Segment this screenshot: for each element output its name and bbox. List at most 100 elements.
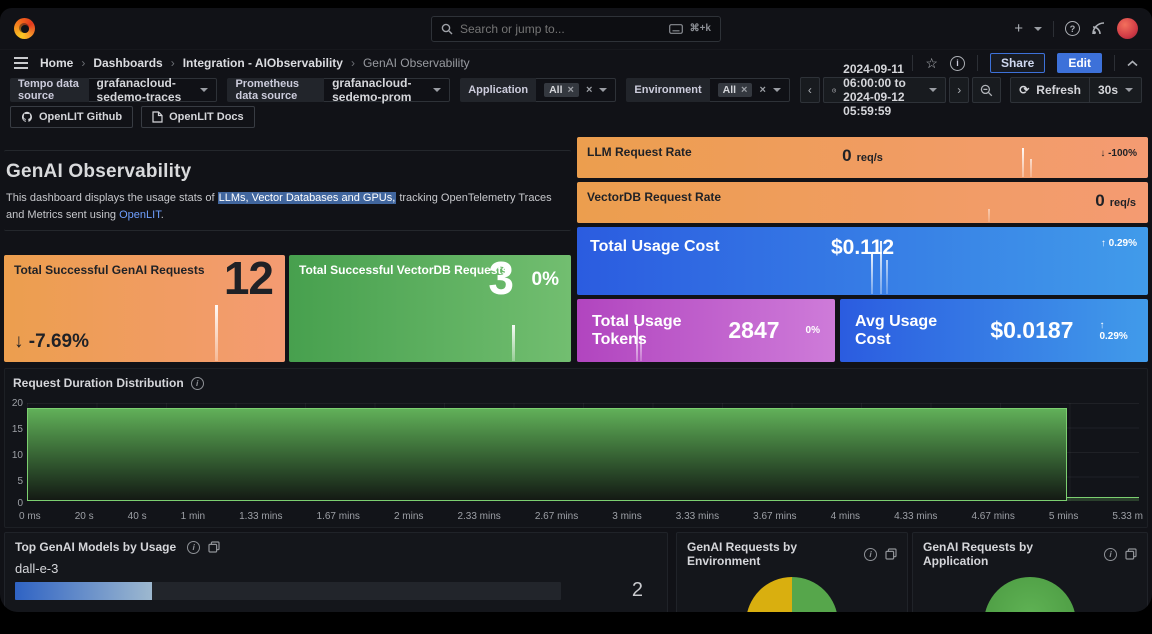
breadcrumb-folder[interactable]: Integration - AIObservability — [183, 56, 343, 70]
refresh-label: Refresh — [1036, 83, 1081, 97]
x-tick: 4 mins — [830, 511, 861, 522]
vectordb-request-rate-panel: VectorDB Request Rate 0 req/s — [577, 182, 1148, 223]
value: 0 — [842, 146, 852, 165]
x-tick: 4.33 mins — [894, 511, 938, 522]
tempo-datasource-picker: Tempo data source grafanacloud-sedemo-tr… — [10, 76, 218, 104]
user-avatar[interactable] — [1117, 18, 1138, 39]
y-tick: 20 — [11, 398, 23, 409]
search-input[interactable] — [460, 21, 662, 36]
panel-links-icon[interactable] — [885, 548, 897, 560]
stat-delta: 0% — [531, 269, 559, 290]
zoom-out-button[interactable] — [972, 77, 1002, 103]
panel-header: Top GenAI Models by Usage i — [15, 533, 657, 554]
share-button[interactable]: Share — [989, 53, 1046, 73]
star-icon[interactable]: ☆ — [925, 55, 938, 72]
dashboard-grid: GenAI Observability This dashboard displ… — [0, 136, 1152, 612]
prometheus-datasource-value[interactable]: grafanacloud-sedemo-prom — [324, 76, 451, 104]
environment-filter-value[interactable]: All × × — [709, 78, 790, 102]
application-filter-value[interactable]: All × × — [536, 78, 617, 102]
panel-title: Total Successful VectorDB Requests — [299, 263, 509, 277]
stat-value: $0.112 — [830, 236, 895, 259]
application-filter-selected: All — [549, 84, 563, 96]
openlit-docs-label: OpenLIT Docs — [169, 111, 244, 123]
gauge-track — [15, 581, 561, 600]
requests-by-environment-panel: GenAI Requests by Environment i — [676, 532, 908, 612]
stat-value: 2847 — [728, 317, 780, 343]
histogram-bar — [27, 407, 1067, 501]
panel-links-icon[interactable] — [208, 541, 220, 553]
panel-header: GenAI Requests by Application i — [923, 533, 1137, 568]
dashboard-actions: ☆ i Share Edit — [912, 53, 1138, 73]
news-icon[interactable] — [1091, 21, 1106, 36]
application-filter-tag[interactable]: All × — [544, 83, 579, 97]
panel-title: VectorDB Request Rate — [587, 190, 722, 204]
info-icon[interactable]: i — [949, 55, 965, 71]
refresh-button[interactable]: ⟳ Refresh — [1010, 77, 1090, 103]
stat-value: 12 — [223, 255, 274, 304]
time-range-picker[interactable]: 2024-09-11 06:00:00 to 2024-09-12 05:59:… — [822, 62, 947, 118]
breadcrumb-home[interactable]: Home — [40, 56, 73, 70]
avg-usage-cost-panel: Avg Usage Cost $0.0187 ↑ 0.29% — [840, 299, 1148, 362]
intro-text-panel: GenAI Observability This dashboard displ… — [4, 150, 571, 231]
tempo-datasource-value[interactable]: grafanacloud-sedemo-traces — [88, 76, 218, 104]
requests-by-application-panel: GenAI Requests by Application i — [912, 532, 1148, 612]
panel-title: Avg Usage Cost — [855, 312, 938, 348]
openlit-github-button[interactable]: OpenLIT Github — [10, 106, 134, 128]
sparkline — [1030, 158, 1033, 177]
add-chevron-down-icon[interactable] — [1034, 26, 1042, 31]
info-icon[interactable]: i — [190, 376, 204, 390]
sparkline — [511, 324, 515, 361]
info-icon[interactable]: i — [187, 540, 201, 554]
dashboard-description: This dashboard displays the usage stats … — [6, 190, 567, 223]
tempo-datasource-label: Tempo data source — [10, 78, 89, 102]
info-icon[interactable]: i — [864, 547, 877, 561]
clear-all-icon[interactable]: × — [759, 84, 765, 96]
grafana-logo-icon[interactable] — [14, 18, 35, 39]
total-usage-tokens-panel: Total Usage Tokens 2847 0% — [577, 299, 835, 362]
refresh-interval-picker[interactable]: 30s — [1089, 77, 1142, 103]
stat-delta: ↓ -100% — [1100, 148, 1137, 159]
request-duration-panel: Request Duration Distribution i 20 15 10… — [4, 368, 1148, 528]
tempo-datasource-selected: grafanacloud-sedemo-traces — [96, 76, 182, 104]
application-filter: Application All × × — [460, 78, 617, 102]
application-filter-label: Application — [460, 78, 537, 102]
description-text: . — [160, 208, 164, 221]
document-icon — [152, 111, 163, 123]
remove-tag-icon[interactable]: × — [568, 84, 574, 96]
sparkline — [988, 208, 991, 222]
x-tick: 5.33 m — [1112, 511, 1143, 522]
panel-title: Total Usage Cost — [590, 238, 720, 255]
chevron-up-icon[interactable] — [1127, 59, 1138, 67]
breadcrumb-dashboards[interactable]: Dashboards — [93, 56, 162, 70]
dashboard-links: OpenLIT Github OpenLIT Docs — [0, 104, 1152, 130]
panel-title: Total Usage Tokens — [592, 312, 682, 348]
edit-button[interactable]: Edit — [1057, 53, 1102, 73]
search-box[interactable]: ⌘+k — [431, 15, 721, 42]
x-tick: 20 s — [74, 511, 94, 522]
help-icon[interactable]: ? — [1065, 21, 1080, 36]
info-icon[interactable]: i — [1104, 547, 1117, 561]
chevron-down-icon — [1125, 88, 1133, 92]
gauge-label: dall-e-3 — [15, 561, 59, 576]
total-genai-requests-panel: Total Successful GenAI Requests 12 ↓ -7.… — [4, 255, 285, 362]
prometheus-datasource-label: Prometheus data source — [227, 78, 325, 102]
remove-tag-icon[interactable]: × — [741, 84, 747, 96]
time-shift-forward-button[interactable]: › — [949, 77, 970, 103]
chevron-down-icon — [433, 88, 442, 92]
add-icon[interactable]: + — [1014, 21, 1023, 36]
openlit-link[interactable]: OpenLIT — [119, 209, 161, 221]
menu-icon[interactable] — [14, 57, 28, 69]
github-icon — [21, 111, 33, 122]
openlit-docs-button[interactable]: OpenLIT Docs — [141, 106, 255, 128]
panel-links-icon[interactable] — [1125, 548, 1137, 560]
environment-filter-tag[interactable]: All × — [717, 83, 753, 97]
x-tick: 4.67 mins — [971, 511, 1015, 522]
clear-all-icon[interactable]: × — [586, 84, 592, 96]
clock-icon — [832, 88, 837, 92]
y-tick: 10 — [11, 450, 23, 461]
stat-value: 0 req/s — [842, 146, 883, 166]
time-shift-back-button[interactable]: ‹ — [799, 77, 820, 103]
sparkline — [1022, 148, 1025, 177]
environment-filter-label: Environment — [626, 78, 710, 102]
breadcrumb-separator: › — [350, 56, 355, 70]
